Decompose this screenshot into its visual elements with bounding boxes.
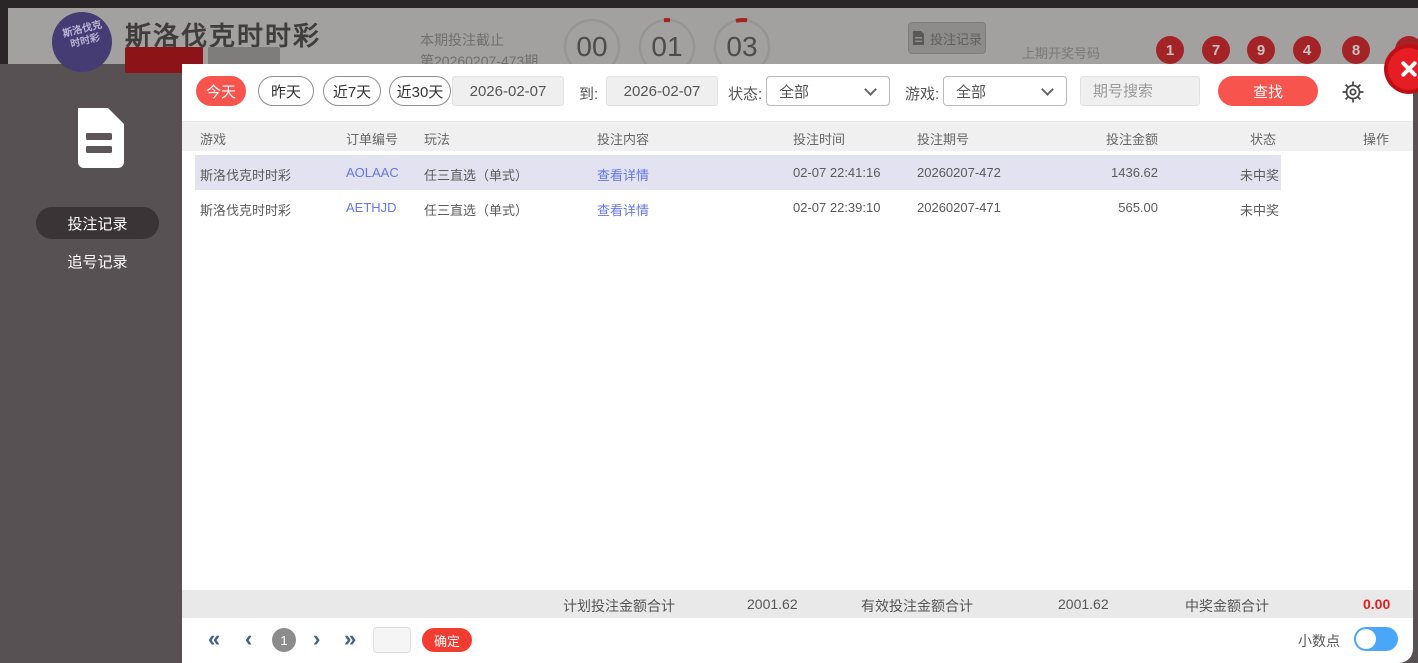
col-period: 投注期号	[917, 132, 970, 147]
valid-total-label: 有效投注金额合计	[861, 598, 973, 614]
deadline-label: 本期投注截止	[420, 32, 504, 48]
period-search-input[interactable]	[1080, 76, 1200, 106]
cell-time: 02-07 22:41:16	[793, 165, 881, 180]
col-time: 投注时间	[793, 132, 846, 147]
win-total-value: 0.00	[1363, 596, 1391, 612]
cell-order-link[interactable]: AETHJD	[346, 200, 397, 215]
game-label: 游戏:	[905, 86, 940, 103]
plan-total-label: 计划投注金额合计	[563, 598, 675, 614]
prev-page-button[interactable]: ‹	[245, 624, 252, 654]
filter-today-button[interactable]: 今天	[196, 76, 246, 106]
draw-ball: 9	[1247, 36, 1275, 64]
decimal-toggle-label: 小数点	[1298, 633, 1340, 649]
status-label: 状态:	[728, 86, 763, 103]
col-content: 投注内容	[597, 132, 650, 147]
draw-ball: 7	[1202, 36, 1230, 64]
page-number-input[interactable]	[373, 627, 411, 653]
sidebar-item-bet-records[interactable]: 投注记录	[36, 207, 159, 239]
status-select[interactable]: 全部	[766, 76, 890, 106]
summary-bar: 计划投注金额合计 2001.62 有效投注金额合计 2001.62 中奖金额合计…	[182, 590, 1413, 618]
filter-7days-button[interactable]: 近7天	[323, 76, 381, 106]
plan-total-value: 2001.62	[747, 596, 798, 612]
game-select[interactable]: 全部	[943, 76, 1067, 106]
screen: 斯洛伐克 时时彩 斯洛伐克时时彩 本期投注截止 第20260207-473期 0…	[0, 0, 1418, 663]
toggle-knob	[1356, 629, 1376, 649]
col-game: 游戏	[200, 132, 227, 147]
filter-yesterday-button[interactable]: 昨天	[258, 76, 314, 106]
lottery-logo-text: 斯洛伐克 时时彩	[61, 19, 104, 51]
table-header: 游戏 订单编号 玩法 投注内容 投注时间 投注期号 投注金额 状态 操作	[182, 121, 1413, 151]
cell-status: 未中奖	[1240, 203, 1280, 218]
pagination: « ‹ 1 › » 确定 小数点	[182, 618, 1413, 663]
table-row[interactable]: 斯洛伐克时时彩 AOLAAC 任三直选（单式） 查看详情 02-07 22:41…	[182, 155, 1413, 190]
cell-game: 斯洛伐克时时彩	[200, 168, 292, 183]
filter-30days-button[interactable]: 近30天	[389, 76, 451, 106]
cell-status: 未中奖	[1240, 168, 1280, 183]
cell-amount: 565.00	[1118, 200, 1158, 215]
top-strip	[0, 0, 1418, 8]
date-to-label: 到:	[579, 86, 599, 103]
current-page-indicator[interactable]: 1	[272, 628, 296, 652]
col-amount: 投注金额	[1105, 132, 1158, 147]
game-select-value: 全部	[956, 83, 987, 101]
chevron-down-icon	[1041, 82, 1054, 96]
first-page-button[interactable]: «	[208, 624, 220, 654]
draw-ball: 8	[1342, 36, 1370, 64]
draw-ball: 4	[1293, 36, 1321, 64]
last-draw-label: 上期开奖号码	[1022, 46, 1101, 61]
cell-period: 20260207-472	[917, 165, 1001, 180]
cell-play: 任三直选（单式）	[424, 203, 529, 218]
bet-record-header-label: 投注记录	[929, 31, 982, 47]
table-row[interactable]: 斯洛伐克时时彩 AETHJD 任三直选（单式） 查看详情 02-07 22:39…	[182, 190, 1413, 225]
page-confirm-button[interactable]: 确定	[422, 628, 472, 652]
sidebar-item-chase-records[interactable]: 追号记录	[36, 250, 159, 272]
col-action: 操作	[1363, 132, 1390, 147]
last-page-button[interactable]: »	[344, 624, 356, 654]
cell-period: 20260207-471	[917, 200, 1001, 215]
cell-game: 斯洛伐克时时彩	[200, 203, 292, 218]
valid-total-value: 2001.62	[1058, 596, 1109, 612]
close-button-face	[1388, 48, 1418, 90]
col-status: 状态	[1250, 132, 1277, 147]
status-select-value: 全部	[779, 83, 810, 101]
date-to-input[interactable]	[606, 76, 718, 106]
document-icon	[912, 31, 924, 45]
records-file-icon	[70, 106, 128, 168]
next-page-button[interactable]: ›	[313, 624, 320, 654]
cell-time: 02-07 22:39:10	[793, 200, 881, 215]
bet-record-header-button[interactable]: 投注记录	[908, 22, 986, 54]
chevron-down-icon	[864, 82, 877, 96]
cell-amount: 1436.62	[1111, 165, 1158, 180]
view-details-link[interactable]: 查看详情	[597, 200, 649, 219]
cell-play: 任三直选（单式）	[424, 168, 529, 183]
col-play: 玩法	[424, 132, 451, 147]
win-total-label: 中奖金额合计	[1185, 598, 1269, 614]
cell-order-link[interactable]: AOLAAC	[346, 165, 399, 180]
view-details-link[interactable]: 查看详情	[597, 165, 649, 184]
date-from-input[interactable]	[452, 76, 564, 106]
bet-records-modal: 今天 昨天 近7天 近30天 到: 状态: 全部 游戏: 全部 查找	[182, 64, 1413, 663]
left-strip	[0, 8, 8, 64]
decimal-toggle[interactable]	[1354, 627, 1398, 651]
col-order: 订单编号	[346, 132, 399, 147]
draw-ball: 1	[1156, 36, 1184, 64]
gear-icon[interactable]	[1340, 79, 1366, 110]
lottery-logo: 斯洛伐克 时时彩	[52, 12, 112, 72]
search-button[interactable]: 查找	[1218, 76, 1318, 106]
